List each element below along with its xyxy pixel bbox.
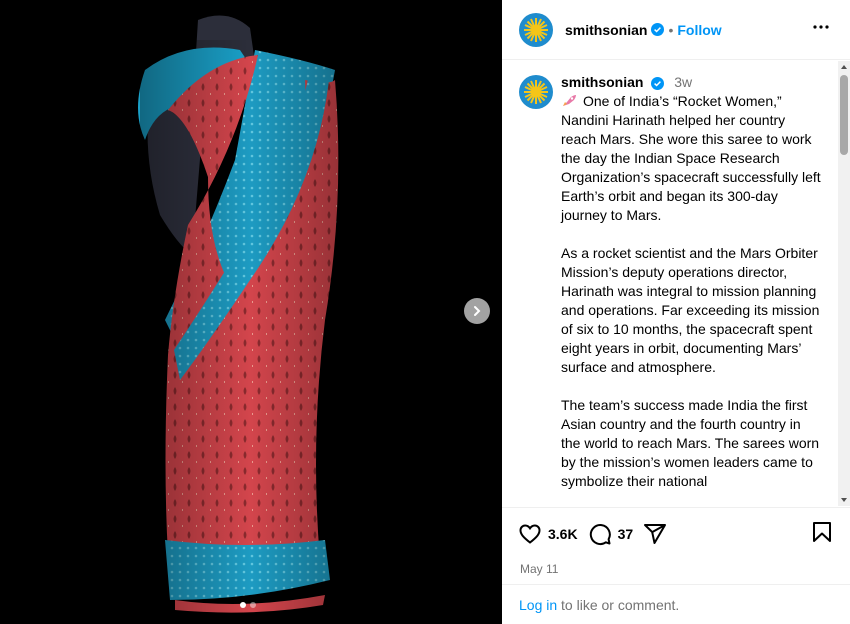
scroll-down-arrow-icon[interactable]: [840, 496, 848, 504]
save-button[interactable]: [810, 520, 834, 549]
likes-count[interactable]: 3.6K: [548, 526, 578, 542]
verified-badge-icon: [651, 23, 665, 36]
caption-paragraph: As a rocket scientist and the Mars Orbit…: [561, 245, 820, 375]
post-header: smithsonian • Follow: [502, 0, 850, 60]
post-side-panel: smithsonian • Follow smithsonian 3w One …: [502, 0, 850, 624]
scrollbar-thumb[interactable]: [840, 75, 848, 155]
avatar[interactable]: [519, 75, 553, 109]
comment-button[interactable]: [588, 522, 612, 546]
caption-paragraph-text: One of India’s “Rocket Women,” Nandini H…: [561, 93, 821, 223]
login-link[interactable]: Log in: [519, 597, 557, 613]
carousel-dot: [240, 602, 246, 608]
follow-button[interactable]: Follow: [677, 22, 721, 38]
caption-paragraph: One of India’s “Rocket Women,” Nandini H…: [561, 92, 823, 225]
post-date[interactable]: May 11: [520, 562, 834, 576]
more-options-icon[interactable]: [809, 15, 833, 44]
caption-text: smithsonian 3w One of India’s “Rocket Wo…: [561, 73, 823, 506]
comments-count[interactable]: 37: [618, 526, 634, 542]
sunburst-logo-icon: [524, 17, 548, 42]
carousel-indicator: [240, 602, 256, 608]
carousel-dot: [250, 602, 256, 608]
scroll-up-arrow-icon[interactable]: [840, 63, 848, 71]
saree-photo: [138, 15, 360, 620]
caption-section: smithsonian 3w One of India’s “Rocket Wo…: [502, 61, 850, 506]
login-prompt: Log in to like or comment.: [502, 584, 850, 624]
like-button[interactable]: [518, 522, 542, 546]
caption-paragraph: The team’s success made India the first …: [561, 397, 820, 489]
bookmark-icon: [813, 521, 831, 542]
avatar[interactable]: [519, 12, 553, 47]
chevron-right-icon: [474, 306, 481, 316]
heart-icon: [519, 524, 541, 544]
comment-icon: [589, 524, 611, 546]
rocket-icon: [563, 95, 576, 106]
sunburst-logo-icon: [524, 80, 548, 104]
username-link[interactable]: smithsonian: [565, 22, 647, 38]
verified-badge-icon: [651, 76, 665, 90]
post-time[interactable]: 3w: [674, 74, 692, 90]
caption-scrollbar[interactable]: [838, 61, 850, 506]
separator-dot: •: [668, 21, 674, 38]
action-bar: 3.6K 37 May 11: [502, 507, 850, 576]
login-prompt-text: to like or comment.: [557, 597, 680, 613]
share-button[interactable]: [643, 522, 667, 546]
caption-username[interactable]: smithsonian: [561, 74, 643, 90]
share-icon: [644, 524, 667, 544]
post-media: [0, 0, 502, 624]
next-image-button[interactable]: [464, 298, 490, 324]
